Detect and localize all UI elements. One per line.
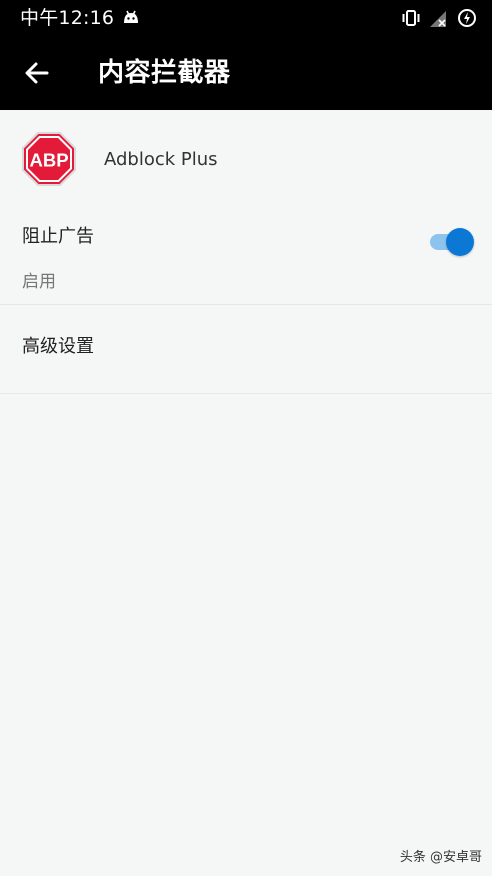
settings-list: ABP Adblock Plus 阻止广告 启用 高级设置 xyxy=(0,110,492,394)
back-button[interactable] xyxy=(14,50,60,96)
watermark: 头条 @安卓哥 xyxy=(399,850,482,865)
adblock-plus-logo-icon: ABP xyxy=(22,132,76,186)
divider xyxy=(0,393,492,394)
content-blocker-app: ABP Adblock Plus xyxy=(0,110,492,208)
advanced-settings-item[interactable]: 高级设置 xyxy=(0,305,492,393)
no-signal-icon xyxy=(430,11,446,27)
status-icons xyxy=(398,7,478,29)
block-ads-label: 阻止广告 xyxy=(22,226,94,247)
logo-text: ABP xyxy=(29,150,68,171)
toggle-thumb xyxy=(446,228,474,256)
status-bar: 中午12:16 xyxy=(0,0,492,36)
advanced-settings-label: 高级设置 xyxy=(22,336,94,357)
block-ads-setting[interactable]: 阻止广告 启用 xyxy=(0,208,492,304)
vibrate-icon xyxy=(402,10,420,26)
android-robot-icon xyxy=(122,9,140,25)
app-bar: 内容拦截器 xyxy=(0,36,492,110)
back-arrow-icon xyxy=(25,62,49,84)
page-title: 内容拦截器 xyxy=(98,58,231,88)
content-blocker-screen: 中午12:16 内容拦截器 ABP Adblock Plus 阻止广告 启用 高… xyxy=(0,0,492,876)
block-ads-toggle[interactable] xyxy=(428,227,474,257)
blocker-name: Adblock Plus xyxy=(104,149,218,170)
battery-charging-icon xyxy=(458,9,476,27)
block-ads-status: 启用 xyxy=(22,272,56,292)
status-time: 中午12:16 xyxy=(20,7,115,29)
